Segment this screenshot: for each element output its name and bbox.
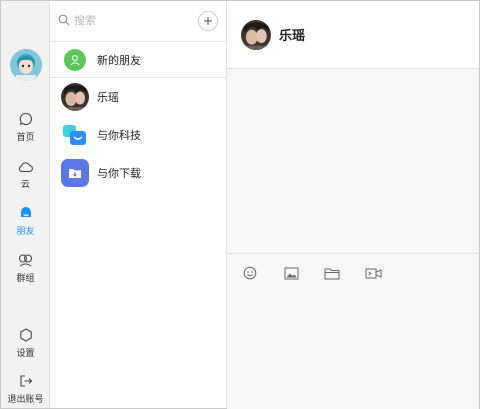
nav-cloud[interactable]: 云 xyxy=(1,157,50,190)
nav-logout-label: 退出账号 xyxy=(7,394,44,404)
message-area[interactable] xyxy=(227,69,479,253)
contact-list-panel: 新的朋友 乐瑶 与你科技 与你下载 xyxy=(50,1,227,408)
search-input[interactable] xyxy=(74,15,184,27)
folder-icon[interactable] xyxy=(323,265,341,281)
contact-yuni-tech[interactable]: 与你科技 xyxy=(50,117,226,153)
add-contact-button[interactable] xyxy=(198,11,218,31)
contact-new-friends[interactable]: 新的朋友 xyxy=(50,42,226,78)
image-icon[interactable] xyxy=(282,265,300,281)
chat-title: 乐瑶 xyxy=(279,28,306,43)
new-friends-divider xyxy=(50,77,226,78)
chat-bubble-icon xyxy=(17,110,35,128)
nav-logout[interactable]: 退出账号 xyxy=(1,372,50,405)
nav-groups-label: 群组 xyxy=(16,273,35,283)
photo-avatar xyxy=(61,83,89,111)
chat-header: 乐瑶 xyxy=(227,1,479,69)
nav-settings[interactable]: 设置 xyxy=(1,326,50,359)
chat-pane: 乐瑶 xyxy=(227,1,479,409)
chat-avatar[interactable] xyxy=(241,19,271,50)
logout-icon xyxy=(17,372,35,390)
emoji-icon[interactable] xyxy=(241,265,259,281)
video-icon[interactable] xyxy=(364,265,382,281)
settings-hexagon-icon xyxy=(17,326,35,344)
nav-settings-label: 设置 xyxy=(16,348,35,358)
nav-groups[interactable]: 群组 xyxy=(1,251,50,284)
nav-home[interactable]: 首页 xyxy=(1,110,50,143)
nav-cloud-label: 云 xyxy=(20,179,30,189)
search-box[interactable] xyxy=(58,12,198,30)
new-friend-icon xyxy=(64,49,86,71)
nav-rail: 首页 云 朋友 群组 设置 退出账号 xyxy=(1,1,50,408)
company-logo-icon xyxy=(61,121,89,149)
plus-icon xyxy=(204,17,212,25)
contact-leyao[interactable]: 乐瑶 xyxy=(50,79,226,115)
contact-name: 与你下载 xyxy=(97,168,141,180)
app-window: 首页 云 朋友 群组 设置 退出账号 搜索 新的朋友 乐瑶 与你科技 与你下载 … xyxy=(0,0,480,409)
user-avatar[interactable] xyxy=(10,49,42,81)
friends-icon xyxy=(17,204,35,222)
nav-friends[interactable]: 朋友 xyxy=(1,204,50,237)
group-icon xyxy=(17,251,35,269)
nav-home-label: 首页 xyxy=(16,132,35,142)
message-composer[interactable] xyxy=(227,253,479,409)
search-icon xyxy=(58,14,70,29)
cloud-icon xyxy=(17,157,35,175)
contact-name: 与你科技 xyxy=(97,130,141,142)
contact-yuni-download[interactable]: 与你下载 xyxy=(50,155,226,191)
nav-friends-label: 朋友 xyxy=(16,226,35,236)
download-folder-icon xyxy=(61,159,89,187)
contact-name: 新的朋友 xyxy=(97,55,141,67)
contact-name: 乐瑶 xyxy=(97,92,119,104)
